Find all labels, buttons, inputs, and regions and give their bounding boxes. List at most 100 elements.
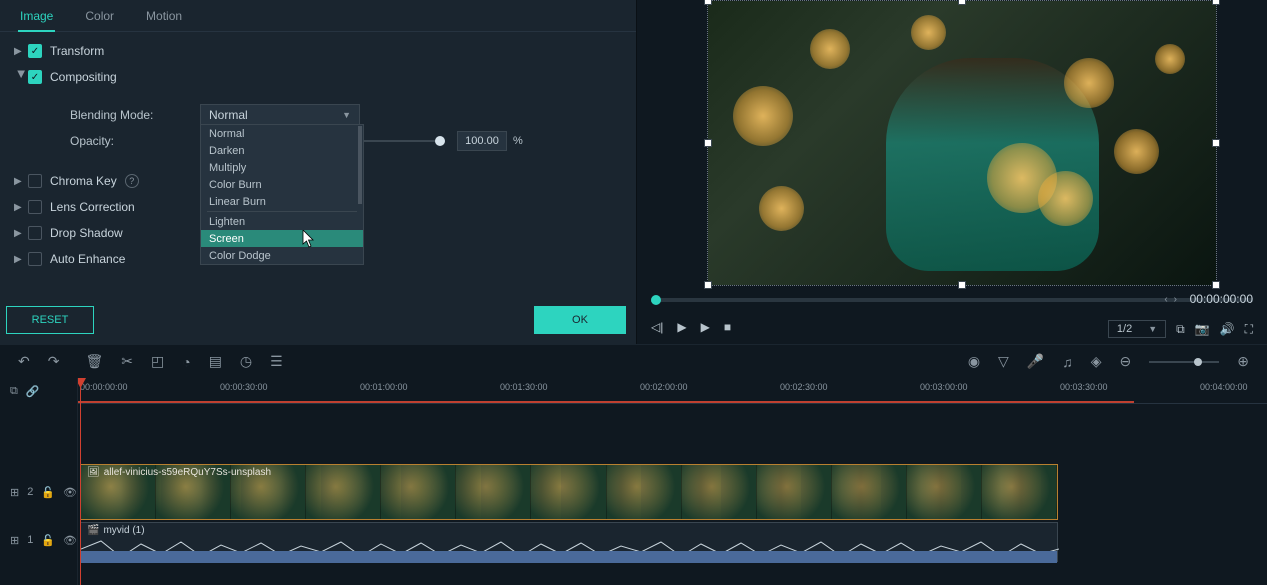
chevron-right-icon: ▶ xyxy=(14,254,28,265)
checkbox-lens-correction[interactable] xyxy=(28,200,42,214)
ruler-tick: 00:04:00:00 xyxy=(1200,382,1248,392)
ruler-redline xyxy=(78,401,1134,403)
scrub-thumb[interactable] xyxy=(651,295,661,305)
dropdown-scrollbar[interactable] xyxy=(358,126,362,204)
clip-label: 🖼allef-vinicius-s59eRQuY7Ss-unsplash xyxy=(87,467,271,478)
track-lock-icon[interactable]: 🔓 xyxy=(41,534,55,547)
settings-icon[interactable]: ☰ xyxy=(270,353,283,370)
chevron-down-icon: ▶ xyxy=(16,70,27,84)
snap-icon[interactable]: ⧉ xyxy=(10,385,18,398)
mic-icon[interactable]: 🎤 xyxy=(1027,353,1044,370)
blending-mode-select[interactable]: Normal ▼ xyxy=(200,104,360,126)
checkbox-chroma-key[interactable] xyxy=(28,174,42,188)
tab-color[interactable]: Color xyxy=(85,1,114,31)
tab-image[interactable]: Image xyxy=(20,1,53,31)
blend-option-normal[interactable]: Normal xyxy=(201,125,363,142)
help-icon[interactable]: ? xyxy=(125,174,139,188)
crop-icon[interactable]: ◰ xyxy=(151,353,164,370)
resize-handle[interactable] xyxy=(958,281,966,289)
resize-handle[interactable] xyxy=(704,281,712,289)
undo-icon[interactable]: ↶ xyxy=(18,353,30,370)
marker-icon[interactable]: ▽ xyxy=(998,353,1009,370)
resize-handle[interactable] xyxy=(1212,139,1220,147)
track-lock-icon[interactable]: 🔓 xyxy=(41,486,55,499)
timeline-clip-image[interactable]: 🖼allef-vinicius-s59eRQuY7Ss-unsplash xyxy=(80,464,1058,520)
next-frame-icon[interactable]: › xyxy=(1174,294,1177,305)
link-icon[interactable]: 🔗 xyxy=(26,385,40,398)
prop-compositing[interactable]: ▶ ✓ Compositing xyxy=(0,64,636,90)
timeline-clip-video[interactable]: 🎬myvid (1) xyxy=(80,522,1058,562)
ruler-tick: 00:03:00:00 xyxy=(920,382,968,392)
track-number: 2 xyxy=(27,486,33,498)
chevron-right-icon: ▶ xyxy=(14,176,28,187)
compositing-label: Compositing xyxy=(50,70,117,84)
blend-option-darken[interactable]: Darken xyxy=(201,142,363,159)
cut-icon[interactable]: ✂ xyxy=(121,353,133,370)
mixer-icon[interactable]: ♫ xyxy=(1062,354,1073,370)
blending-mode-label: Blending Mode: xyxy=(70,108,200,122)
track-header-icon[interactable]: ⊞ xyxy=(10,486,19,499)
preview-image xyxy=(708,1,1216,285)
tab-motion[interactable]: Motion xyxy=(146,1,182,31)
blending-mode-dropdown[interactable]: Normal Darken Multiply Color Burn Linear… xyxy=(200,124,364,265)
blend-option-color-burn[interactable]: Color Burn xyxy=(201,176,363,193)
checkbox-transform[interactable]: ✓ xyxy=(28,44,42,58)
opacity-slider-thumb[interactable] xyxy=(435,136,445,146)
prop-transform[interactable]: ▶ ✓ Transform xyxy=(0,38,636,64)
play-icon[interactable]: ▶ xyxy=(677,320,686,334)
play-forward-icon[interactable]: ▶ xyxy=(701,320,710,334)
blend-option-linear-burn[interactable]: Linear Burn xyxy=(201,193,363,210)
delete-icon[interactable]: 🗑 xyxy=(85,353,103,370)
chevron-right-icon: ▶ xyxy=(14,46,28,57)
track-visibility-icon[interactable]: 👁 xyxy=(63,534,77,547)
track-visibility-icon[interactable]: 👁 xyxy=(63,486,77,499)
ruler-tick: 00:02:00:00 xyxy=(640,382,688,392)
resize-handle[interactable] xyxy=(958,0,966,5)
resize-handle[interactable] xyxy=(1212,281,1220,289)
blend-option-multiply[interactable]: Multiply xyxy=(201,159,363,176)
checkbox-drop-shadow[interactable] xyxy=(28,226,42,240)
skip-back-icon[interactable]: ◁| xyxy=(651,320,663,334)
preview-viewport[interactable] xyxy=(707,0,1217,286)
track-number: 1 xyxy=(27,534,33,546)
ruler-tick: 00:00:00:00 xyxy=(80,382,128,392)
scrub-bar[interactable] xyxy=(651,298,1253,302)
blend-option-color-dodge[interactable]: Color Dodge xyxy=(201,247,363,264)
preview-quality-select[interactable]: 1/2▼ xyxy=(1108,320,1166,338)
track-header-icon[interactable]: ⊞ xyxy=(10,534,19,547)
opacity-value-input[interactable]: 100.00 xyxy=(457,131,507,151)
reset-button[interactable]: RESET xyxy=(6,306,94,334)
resize-handle[interactable] xyxy=(704,139,712,147)
timeline-playhead[interactable] xyxy=(80,378,81,585)
resize-handle[interactable] xyxy=(1212,0,1220,5)
text-icon[interactable]: ▤ xyxy=(209,353,222,370)
zoom-out-icon[interactable]: ⊖ xyxy=(1120,353,1132,370)
fullscreen-icon[interactable]: ⛶ xyxy=(1245,322,1253,337)
blend-option-screen[interactable]: Screen xyxy=(201,230,363,247)
color-icon[interactable]: ◔ xyxy=(182,354,190,370)
redo-icon[interactable]: ↷ xyxy=(48,353,60,370)
zoom-slider[interactable] xyxy=(1149,361,1219,363)
auto-enhance-label: Auto Enhance xyxy=(50,252,125,266)
blending-mode-value: Normal xyxy=(209,108,248,122)
ok-button[interactable]: OK xyxy=(534,306,626,334)
checkbox-auto-enhance[interactable] xyxy=(28,252,42,266)
prev-frame-icon[interactable]: ‹ xyxy=(1164,294,1167,305)
resize-handle[interactable] xyxy=(704,0,712,5)
render-icon[interactable]: ◉ xyxy=(968,353,980,370)
speed-icon[interactable]: ◷ xyxy=(240,353,252,370)
zoom-in-icon[interactable]: ⊕ xyxy=(1237,353,1249,370)
chevron-down-icon: ▼ xyxy=(1148,324,1157,334)
timeline-ruler[interactable]: 00:00:00:00 00:00:30:00 00:01:00:00 00:0… xyxy=(78,378,1267,404)
timecode-display: 00:00:00:00 xyxy=(1190,292,1253,306)
keyframe-icon[interactable]: ◈ xyxy=(1091,353,1102,370)
stop-icon[interactable]: ■ xyxy=(724,320,731,334)
checkbox-compositing[interactable]: ✓ xyxy=(28,70,42,84)
snapshot-icon[interactable]: 📷 xyxy=(1195,322,1210,336)
ruler-tick: 00:03:30:00 xyxy=(1060,382,1108,392)
volume-icon[interactable]: 🔊 xyxy=(1220,322,1235,336)
compare-icon[interactable]: ⧉ xyxy=(1176,322,1185,337)
lens-correction-label: Lens Correction xyxy=(50,200,135,214)
dropdown-separator xyxy=(207,211,357,212)
blend-option-lighten[interactable]: Lighten xyxy=(201,213,363,230)
